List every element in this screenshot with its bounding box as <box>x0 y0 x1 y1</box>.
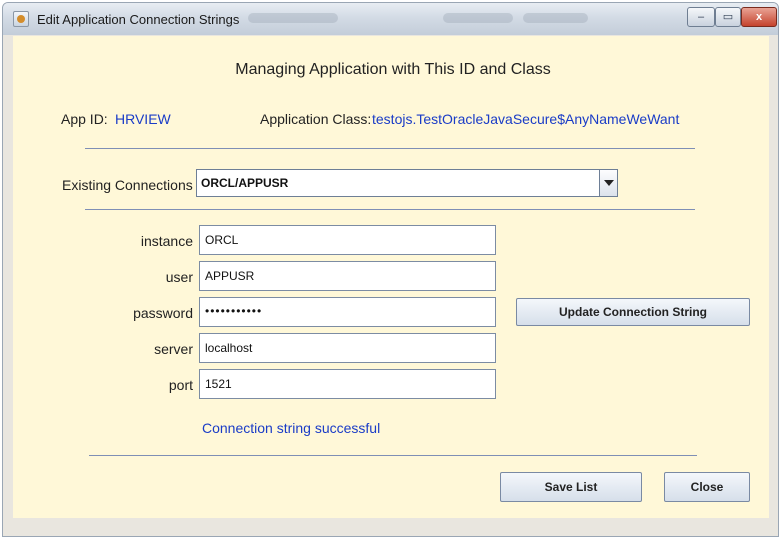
existing-connections-select[interactable]: ORCL/APPUSR <box>196 169 618 197</box>
title-blur <box>443 13 513 23</box>
instance-label: instance <box>140 233 193 249</box>
user-label: user <box>165 269 193 285</box>
window-title: Edit Application Connection Strings <box>37 12 240 27</box>
minimize-button[interactable]: – <box>687 7 715 27</box>
divider <box>85 209 695 210</box>
app-class-label: Application Class: <box>260 111 372 127</box>
port-label: port <box>168 377 193 393</box>
page-title: Managing Application with This ID and Cl… <box>235 61 551 78</box>
update-connection-string-button[interactable]: Update Connection String <box>516 298 750 326</box>
password-label: password <box>133 305 193 321</box>
save-list-button[interactable]: Save List <box>500 472 642 502</box>
app-id-label: App ID: <box>61 111 108 127</box>
selected-connection: ORCL/APPUSR <box>201 176 289 190</box>
title-blur <box>248 13 338 23</box>
java-app-icon <box>13 11 29 27</box>
dialog-window: Edit Application Connection Strings – ▭ … <box>2 2 779 537</box>
divider <box>85 148 695 149</box>
app-id-value: HRVIEW <box>115 111 171 127</box>
title-bar[interactable]: Edit Application Connection Strings – ▭ … <box>3 3 778 35</box>
instance-field[interactable]: ORCL <box>199 225 496 255</box>
close-button[interactable]: Close <box>664 472 750 502</box>
divider <box>89 455 697 456</box>
title-blur <box>523 13 588 23</box>
app-class-value: testojs.TestOracleJavaSecure$AnyNameWeWa… <box>372 111 680 127</box>
server-field[interactable]: localhost <box>199 333 496 363</box>
close-window-button[interactable]: x <box>741 7 777 27</box>
port-field[interactable]: 1521 <box>199 369 496 399</box>
password-field[interactable]: ••••••••••• <box>199 297 496 327</box>
maximize-button[interactable]: ▭ <box>715 7 741 27</box>
dialog-content: Managing Application with This ID and Cl… <box>13 36 769 518</box>
server-label: server <box>154 341 193 357</box>
chevron-down-icon[interactable] <box>599 170 617 196</box>
user-field[interactable]: APPUSR <box>199 261 496 291</box>
status-message: Connection string successful <box>202 420 381 436</box>
existing-connections-label: Existing Connections <box>62 177 193 193</box>
